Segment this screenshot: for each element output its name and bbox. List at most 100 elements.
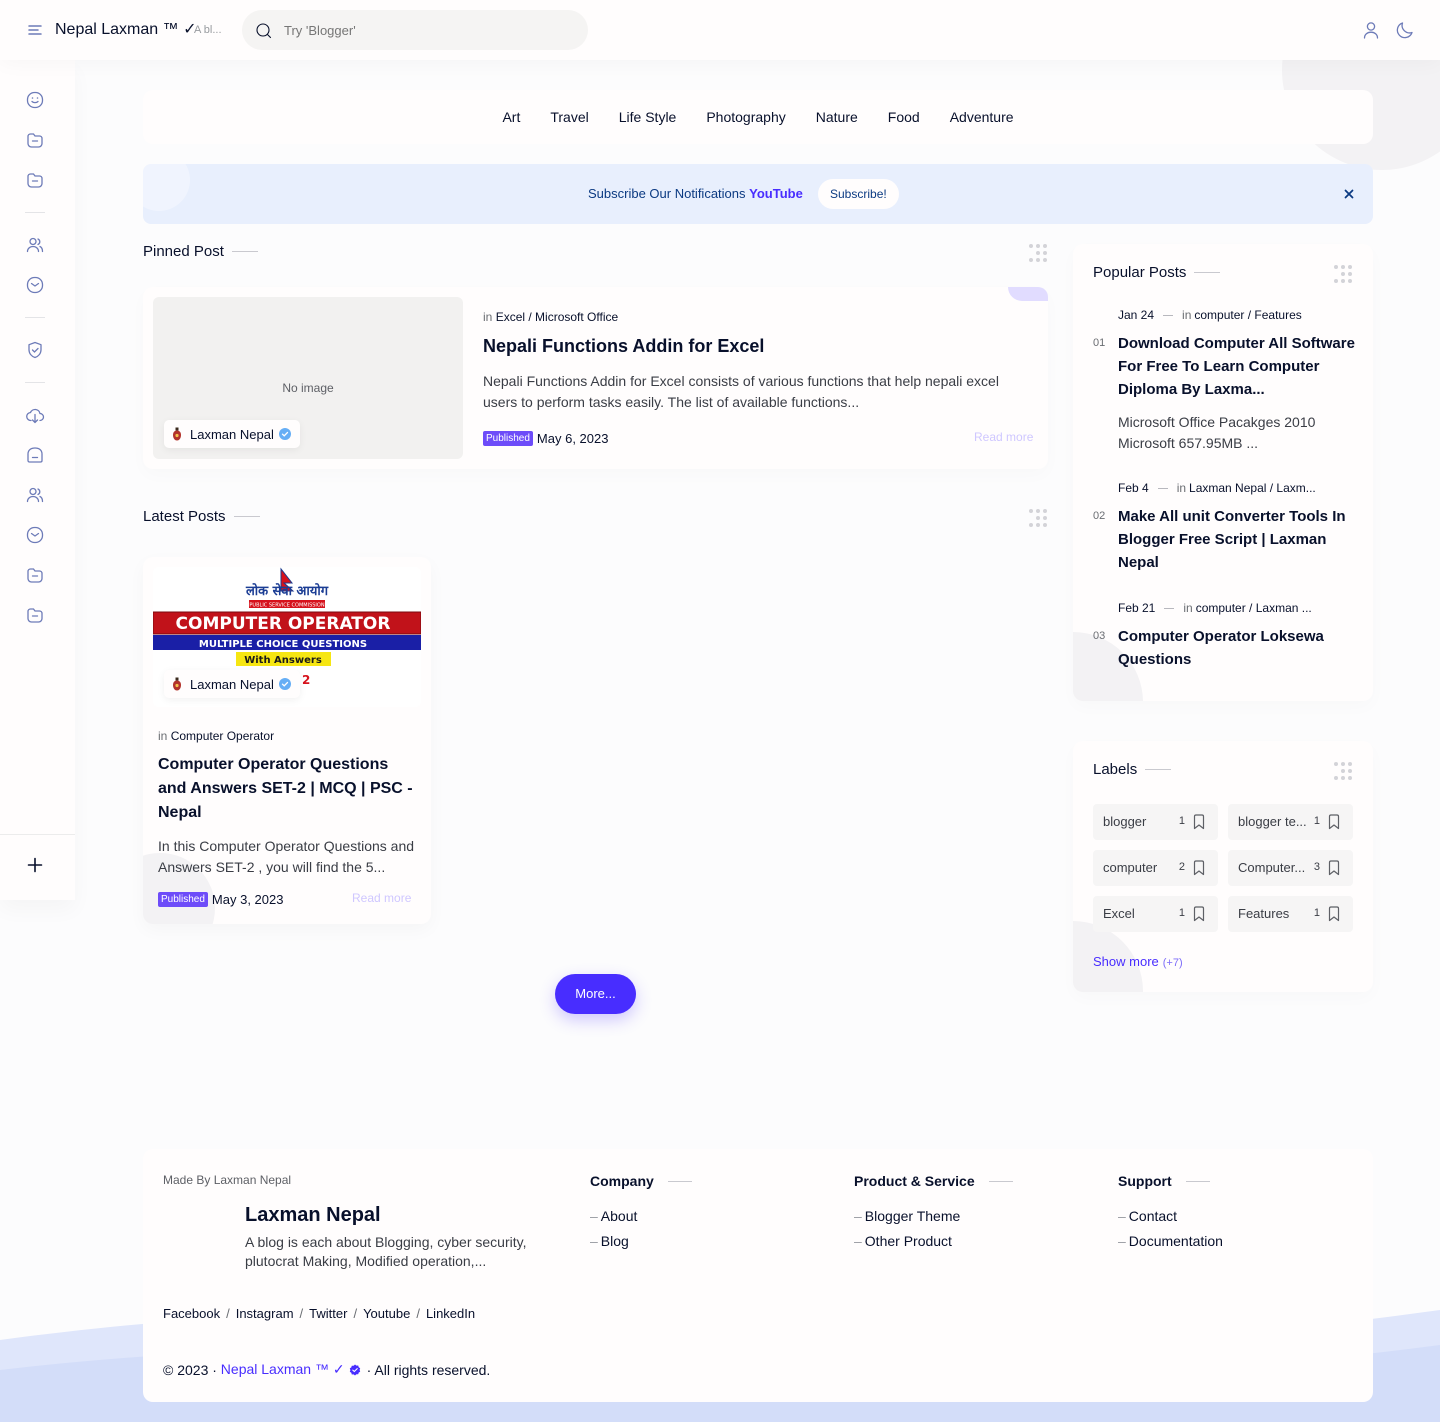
sidebar-divider — [25, 317, 45, 318]
users-icon[interactable] — [25, 235, 45, 255]
site-brand[interactable]: Nepal Laxman ™ ✓ — [55, 19, 196, 39]
social-link-twitter[interactable]: Twitter — [309, 1306, 347, 1321]
label-links[interactable]: computer / Features — [1194, 308, 1301, 322]
category-link-adventure[interactable]: Adventure — [935, 109, 1029, 125]
category-link-food[interactable]: Food — [873, 109, 935, 125]
social-link-youtube[interactable]: Youtube — [363, 1306, 410, 1321]
social-link-linkedin[interactable]: LinkedIn — [426, 1306, 475, 1321]
notification-highlight: YouTube — [749, 186, 803, 201]
author-chip[interactable]: Laxman Nepal — [164, 670, 300, 698]
search-box[interactable] — [242, 10, 588, 50]
label-name: blogger — [1103, 814, 1147, 829]
label-item[interactable]: Excel 1 — [1093, 896, 1218, 932]
notification-message: Subscribe Our Notifications — [588, 186, 746, 201]
shield-icon[interactable] — [25, 340, 45, 360]
label-links[interactable]: Laxman Nepal / Laxm... — [1189, 481, 1316, 495]
search-icon — [255, 22, 273, 40]
grip-dots-icon — [1028, 508, 1048, 528]
copyright-site-link[interactable]: Nepal Laxman ™ ✓ — [221, 1361, 345, 1378]
label-item[interactable]: Computer... 3 — [1228, 850, 1353, 886]
footer-link-documentation[interactable]: Documentation — [1118, 1233, 1223, 1249]
post-date: Jan 24 — [1118, 308, 1155, 322]
no-image-text: No image — [282, 381, 334, 395]
footer-link-other-product[interactable]: Other Product — [854, 1233, 952, 1249]
folder-icon[interactable] — [25, 130, 45, 150]
close-icon[interactable] — [1343, 188, 1355, 200]
post-title[interactable]: Nepali Functions Addin for Excel — [483, 336, 764, 357]
popular-post-title[interactable]: Download Computer All Software For Free … — [1118, 332, 1358, 401]
verified-badge-icon — [349, 1364, 360, 1375]
category-link-life-style[interactable]: Life Style — [604, 109, 692, 125]
smile-icon[interactable] — [25, 90, 45, 110]
label-links[interactable]: computer / Laxman ... — [1196, 601, 1312, 615]
folder-icon[interactable] — [25, 605, 45, 625]
read-more-link[interactable]: Read more — [352, 891, 411, 905]
footer-link-contact[interactable]: Contact — [1118, 1208, 1177, 1224]
show-more-link[interactable]: Show more (+7) — [1093, 954, 1183, 969]
avatar — [173, 677, 181, 691]
label-name: computer — [1103, 860, 1158, 875]
in-prefix: in — [483, 310, 493, 324]
thumb-set-number: 2 — [302, 673, 310, 687]
post-title[interactable]: Computer Operator Questions and Answers … — [158, 753, 416, 825]
post-labels: in Computer Operator — [158, 729, 274, 743]
popular-posts-widget: Popular Posts Jan 24 in computer / Featur… — [1073, 244, 1373, 701]
read-more-link[interactable]: Read more — [974, 430, 1033, 444]
category-link-nature[interactable]: Nature — [801, 109, 873, 125]
bookmark-icon — [1193, 860, 1205, 876]
popular-post-title[interactable]: Computer Operator Loksewa Questions — [1118, 625, 1358, 671]
plus-icon[interactable] — [25, 855, 45, 875]
search-input[interactable] — [284, 10, 574, 50]
dark-mode-icon[interactable] — [1395, 20, 1415, 40]
bookmark-icon — [1193, 814, 1205, 830]
post-rank: 02 — [1093, 510, 1106, 522]
footer-link-blog[interactable]: Blog — [590, 1233, 629, 1249]
pinned-post-card[interactable]: No image Laxman Nepal in Excel / Microso… — [143, 287, 1048, 469]
thumb-psc-text: PUBLIC SERVICE COMMISSION — [249, 603, 324, 609]
social-separator: / — [353, 1306, 358, 1321]
category-link-travel[interactable]: Travel — [535, 109, 603, 125]
subscribe-button[interactable]: Subscribe! — [818, 179, 899, 209]
menu-icon[interactable] — [26, 21, 44, 39]
label-item[interactable]: blogger te... 1 — [1228, 804, 1353, 840]
footer-col-title-company: Company — [590, 1173, 692, 1189]
widget-title: Labels — [1093, 761, 1171, 778]
footer: Made By Laxman Nepal Laxman Nepal A blog… — [143, 1149, 1373, 1402]
download-icon[interactable] — [25, 405, 45, 425]
label-item[interactable]: blogger 1 — [1093, 804, 1218, 840]
users-icon[interactable] — [25, 485, 45, 505]
latest-post-card[interactable]: लोक सेवा आयोग PUBLIC SERVICE COMMISSION … — [143, 557, 431, 924]
bookmark-icon — [1328, 906, 1340, 922]
home-icon[interactable] — [25, 445, 45, 465]
social-separator: / — [416, 1306, 420, 1321]
user-icon[interactable] — [1361, 20, 1381, 40]
avatar — [173, 427, 181, 441]
footer-link-about[interactable]: About — [590, 1208, 638, 1224]
social-links: Facebook / Instagram / Twitter / Youtube / L… — [163, 1306, 475, 1321]
label-item[interactable]: Features 1 — [1228, 896, 1353, 932]
label-count: 3 — [1313, 861, 1320, 873]
label-links[interactable]: Computer Operator — [171, 729, 274, 743]
notification-text: Subscribe Our Notifications YouTube — [588, 186, 803, 201]
folder-icon[interactable] — [25, 170, 45, 190]
social-link-instagram[interactable]: Instagram — [236, 1306, 294, 1321]
smile-icon[interactable] — [25, 525, 45, 545]
label-links[interactable]: Excel / Microsoft Office — [496, 310, 618, 324]
label-item[interactable]: computer 2 — [1093, 850, 1218, 886]
grip-dots-icon — [1333, 761, 1353, 781]
popular-post-meta: Feb 21 in computer / Laxman ... — [1118, 601, 1312, 615]
more-posts-button[interactable]: More... — [555, 974, 636, 1014]
sidebar-divider — [25, 212, 45, 213]
label-count: 1 — [1313, 815, 1320, 827]
post-labels: in Excel / Microsoft Office — [483, 310, 618, 324]
author-chip[interactable]: Laxman Nepal — [164, 420, 300, 448]
folder-icon[interactable] — [25, 565, 45, 585]
category-link-art[interactable]: Art — [487, 109, 535, 125]
verified-icon — [278, 428, 291, 440]
social-link-facebook[interactable]: Facebook — [163, 1306, 220, 1321]
smile-icon[interactable] — [25, 275, 45, 295]
footer-link-blogger-theme[interactable]: Blogger Theme — [854, 1208, 960, 1224]
made-by-text: Made By Laxman Nepal — [163, 1173, 292, 1187]
category-link-photography[interactable]: Photography — [691, 109, 800, 125]
popular-post-title[interactable]: Make All unit Converter Tools In Blogger… — [1118, 505, 1358, 574]
